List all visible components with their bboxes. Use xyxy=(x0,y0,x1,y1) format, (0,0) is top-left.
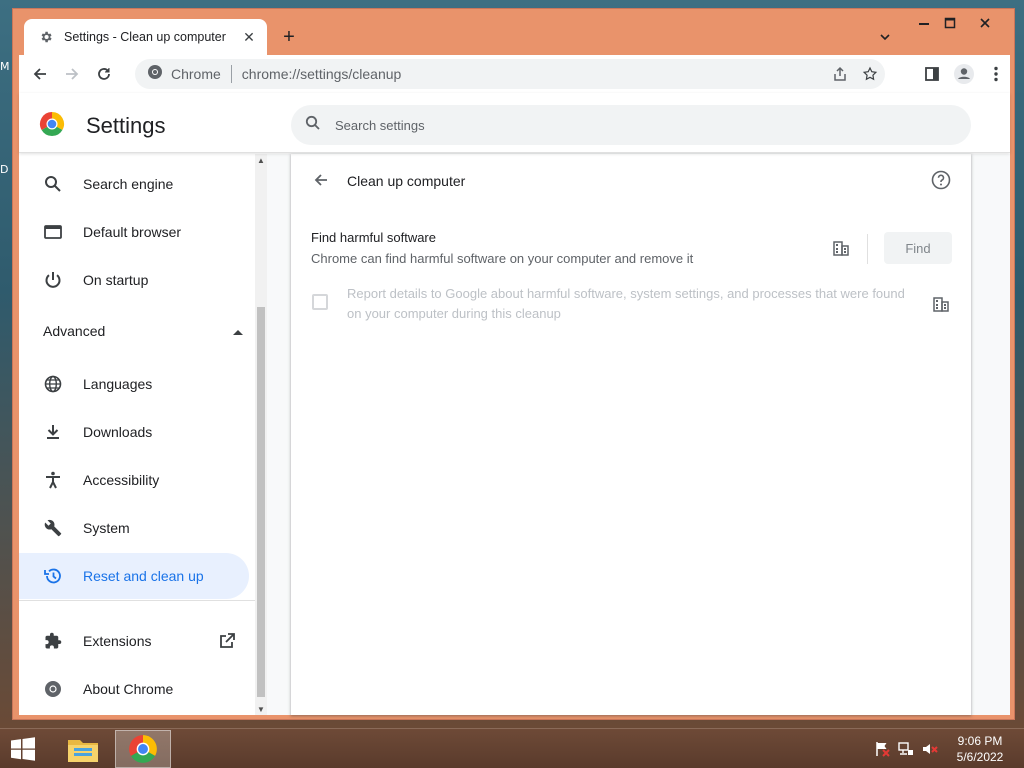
forward-icon[interactable] xyxy=(57,59,87,89)
subpage-title: Clean up computer xyxy=(347,173,466,189)
search-settings-box[interactable] xyxy=(291,105,971,145)
arrow-up-icon xyxy=(233,322,243,340)
share-icon[interactable] xyxy=(825,59,855,89)
sidebar-item-label: Default browser xyxy=(83,224,182,240)
back-arrow-icon[interactable] xyxy=(307,166,335,194)
row-separator xyxy=(867,234,868,264)
clock-date: 5/6/2022 xyxy=(956,750,1004,764)
url-text[interactable]: chrome://settings/cleanup xyxy=(242,66,402,82)
sidebar-item-languages[interactable]: Languages xyxy=(19,361,249,407)
side-panel-icon[interactable] xyxy=(917,59,947,89)
minimize-button[interactable] xyxy=(910,13,938,33)
sidebar-item-label: Search engine xyxy=(83,176,174,192)
chrome-logo-icon xyxy=(39,111,65,137)
sidebar-item-extensions[interactable]: Extensions xyxy=(19,618,249,664)
new-tab-button[interactable]: + xyxy=(277,25,301,49)
settings-header: Settings xyxy=(19,93,1010,153)
find-title: Find harmful software xyxy=(311,230,436,245)
open-in-new-icon xyxy=(217,631,237,651)
browser-window: Settings - Clean up computer ✕ + Chrome … xyxy=(12,8,1015,720)
file-explorer-taskbar-icon[interactable] xyxy=(55,730,111,768)
desktop-label-d: D xyxy=(0,163,9,176)
sidebar-divider xyxy=(19,600,267,601)
settings-body: Search engine Default browser On startup… xyxy=(19,154,1010,715)
sidebar-item-label: Extensions xyxy=(83,633,152,649)
find-harmful-software-row: Find harmful software Chrome can find ha… xyxy=(311,230,693,266)
sidebar-item-about-chrome[interactable]: About Chrome xyxy=(19,666,249,712)
windows-start-icon[interactable] xyxy=(8,735,38,763)
sidebar-item-label: Languages xyxy=(83,376,153,392)
sidebar-item-system[interactable]: System xyxy=(19,505,249,551)
accessibility-icon xyxy=(43,470,63,490)
scroll-thumb[interactable] xyxy=(257,307,265,697)
menu-kebab-icon[interactable] xyxy=(981,59,1011,89)
chrome-icon xyxy=(43,679,63,699)
help-icon[interactable] xyxy=(929,168,953,192)
volume-muted-icon[interactable] xyxy=(921,741,939,757)
gear-icon xyxy=(38,29,54,45)
maximize-button[interactable] xyxy=(936,13,964,33)
reload-icon[interactable] xyxy=(89,59,119,89)
sidebar-item-label: Downloads xyxy=(83,424,153,440)
sidebar-item-default-browser[interactable]: Default browser xyxy=(19,209,249,255)
tab-strip: Settings - Clean up computer ✕ + xyxy=(13,9,1014,55)
enterprise-building-icon xyxy=(931,294,951,314)
sidebar-item-label: Accessibility xyxy=(83,472,160,488)
power-icon xyxy=(43,270,63,290)
download-icon xyxy=(43,422,63,442)
network-icon[interactable] xyxy=(897,741,915,757)
chrome-taskbar-icon[interactable] xyxy=(115,730,171,768)
sidebar-item-on-startup[interactable]: On startup xyxy=(19,257,249,303)
back-icon[interactable] xyxy=(25,59,55,89)
settings-page: Settings Search engine xyxy=(19,93,1010,715)
toolbar: Chrome chrome://settings/cleanup xyxy=(19,55,1010,93)
find-button[interactable]: Find xyxy=(884,232,952,264)
sidebar-item-label: Reset and clean up xyxy=(83,568,204,584)
sidebar-item-label: On startup xyxy=(83,272,149,288)
wrench-icon xyxy=(43,518,63,538)
puzzle-icon xyxy=(43,631,63,651)
sidebar: Search engine Default browser On startup… xyxy=(19,154,267,715)
scroll-up-arrow-icon[interactable]: ▲ xyxy=(255,154,267,166)
tab-close-icon[interactable]: ✕ xyxy=(241,29,257,45)
chrome-site-icon xyxy=(147,64,163,85)
page-title: Settings xyxy=(86,113,166,138)
globe-icon xyxy=(43,374,63,394)
browser-icon xyxy=(43,222,63,242)
report-details-checkbox[interactable] xyxy=(312,294,328,310)
bookmark-star-icon[interactable] xyxy=(855,59,885,89)
enterprise-building-icon xyxy=(831,238,851,258)
cleanup-card: Clean up computer Find harmful software … xyxy=(291,154,971,715)
advanced-label: Advanced xyxy=(43,323,106,339)
tab-settings[interactable]: Settings - Clean up computer ✕ xyxy=(24,19,267,55)
advanced-section-toggle[interactable]: Advanced xyxy=(43,317,243,345)
find-subtitle: Chrome can find harmful software on your… xyxy=(311,251,694,266)
taskbar: 9:06 PM 5/6/2022 xyxy=(0,728,1024,768)
close-window-button[interactable] xyxy=(971,13,999,33)
desktop-label-m: M xyxy=(0,60,10,73)
report-details-label: Report details to Google about harmful s… xyxy=(347,286,905,321)
search-input[interactable] xyxy=(335,117,915,133)
omnibox-separator xyxy=(230,65,232,83)
sidebar-item-search-engine[interactable]: Search engine xyxy=(19,161,249,207)
search-icon xyxy=(305,115,321,136)
history-icon xyxy=(43,566,63,586)
sidebar-item-reset-and-clean-up[interactable]: Reset and clean up xyxy=(19,553,249,599)
search-icon xyxy=(43,174,63,194)
sidebar-scrollbar[interactable]: ▲ ▼ xyxy=(255,154,267,715)
sidebar-item-downloads[interactable]: Downloads xyxy=(19,409,249,455)
profile-avatar-icon[interactable] xyxy=(949,59,979,89)
flag-alert-icon[interactable] xyxy=(873,741,891,757)
tab-title: Settings - Clean up computer xyxy=(64,30,226,44)
address-bar[interactable]: Chrome chrome://settings/cleanup xyxy=(135,59,885,89)
tab-search-chevron-icon[interactable] xyxy=(875,27,895,47)
clock-time: 9:06 PM xyxy=(957,734,1003,748)
system-clock[interactable]: 9:06 PM 5/6/2022 xyxy=(950,733,1010,765)
sidebar-item-label: System xyxy=(83,520,130,536)
site-name: Chrome xyxy=(171,66,221,82)
sidebar-item-accessibility[interactable]: Accessibility xyxy=(19,457,249,503)
scroll-down-arrow-icon[interactable]: ▼ xyxy=(255,703,267,715)
sidebar-item-label: About Chrome xyxy=(83,681,174,697)
